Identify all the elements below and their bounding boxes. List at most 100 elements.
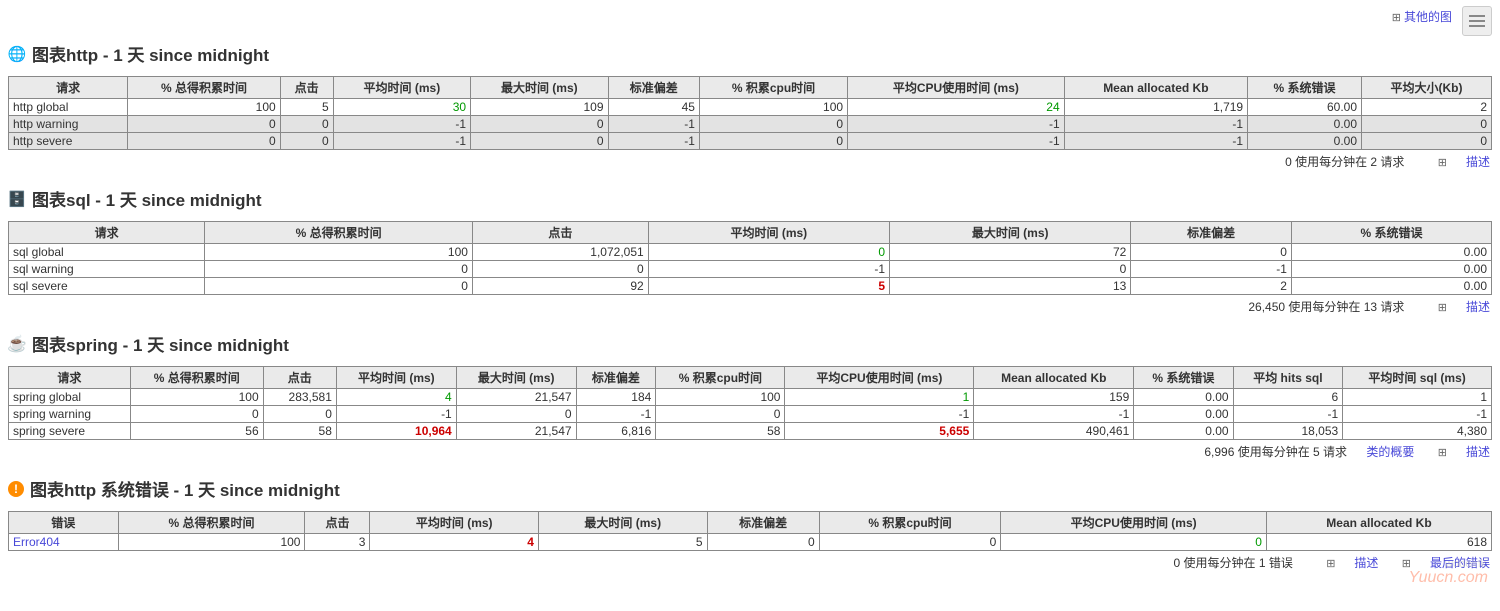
column-header: 点击 — [263, 367, 336, 389]
expand-icon: ⊞ — [1326, 558, 1335, 570]
column-header: 平均时间 (ms) — [336, 367, 456, 389]
cell: 1,719 — [1064, 99, 1247, 116]
cell: -1 — [848, 133, 1065, 150]
cell: -1 — [848, 116, 1065, 133]
describe-link[interactable]: 描述 — [1466, 155, 1490, 169]
cell: 4 — [336, 389, 456, 406]
cell: 100 — [118, 534, 305, 551]
other-chart-link[interactable]: 其他的图 — [1404, 10, 1452, 24]
class-summary-link[interactable]: 类的概要 — [1366, 445, 1414, 459]
expand-icon: ⊞ — [1392, 12, 1401, 24]
cell: 283,581 — [263, 389, 336, 406]
expand-icon: ⊞ — [1438, 302, 1447, 314]
table-row: sql severe09251320.00 — [9, 278, 1492, 295]
column-header: 请求 — [9, 222, 205, 244]
cell: 6 — [1233, 389, 1343, 406]
cell: 0.00 — [1248, 133, 1362, 150]
cell: sql global — [9, 244, 205, 261]
cell: 0 — [205, 278, 473, 295]
cell: -1 — [1064, 116, 1247, 133]
cell: 58 — [263, 423, 336, 440]
cell: 0 — [471, 116, 608, 133]
cell: -1 — [1343, 406, 1492, 423]
cell: -1 — [333, 116, 470, 133]
column-header: % 系统错误 — [1291, 222, 1491, 244]
column-header: Mean allocated Kb — [1266, 512, 1491, 534]
cell: 0.00 — [1134, 423, 1233, 440]
cell: 92 — [472, 278, 648, 295]
cell: -1 — [576, 406, 656, 423]
cell: 0 — [205, 261, 473, 278]
column-header: 点击 — [305, 512, 370, 534]
cell: 13 — [890, 278, 1131, 295]
column-header: 平均时间 (ms) — [648, 222, 889, 244]
column-header: % 积累cpu时间 — [656, 367, 785, 389]
cell: http global — [9, 99, 128, 116]
table-row: http warning00-10-10-1-10.000 — [9, 116, 1492, 133]
cell: 100 — [699, 99, 847, 116]
cell: 0.00 — [1291, 278, 1491, 295]
cell: 10,964 — [336, 423, 456, 440]
table-row: http severe00-10-10-1-10.000 — [9, 133, 1492, 150]
column-header: 平均CPU使用时间 (ms) — [785, 367, 974, 389]
footer-sql: 26,450 使用每分钟在 13 请求 ⊞描述 — [8, 298, 1492, 315]
column-header: % 总得积累时间 — [128, 77, 280, 99]
hamburger-menu-icon[interactable] — [1462, 6, 1492, 36]
cell: 0 — [819, 534, 1001, 551]
cell: 2 — [1131, 278, 1292, 295]
cell: 0 — [656, 406, 785, 423]
coffee-bean-icon: ☕ — [8, 335, 26, 353]
cell: 1 — [785, 389, 974, 406]
cell: 618 — [1266, 534, 1491, 551]
section-title-sql: 🗄️ 图表sql - 1 天 since midnight — [8, 186, 1492, 211]
column-header: % 积累cpu时间 — [819, 512, 1001, 534]
cell: 0 — [1362, 116, 1492, 133]
cell: -1 — [648, 261, 889, 278]
cell: -1 — [333, 133, 470, 150]
cell: 490,461 — [974, 423, 1134, 440]
table-http: 请求% 总得积累时间点击平均时间 (ms)最大时间 (ms)标准偏差% 积累cp… — [8, 76, 1492, 150]
cell: -1 — [336, 406, 456, 423]
column-header: 最大时间 (ms) — [538, 512, 707, 534]
cell: 60.00 — [1248, 99, 1362, 116]
column-header: 平均CPU使用时间 (ms) — [848, 77, 1065, 99]
cell: 24 — [848, 99, 1065, 116]
column-header: 最大时间 (ms) — [890, 222, 1131, 244]
column-header: 标准偏差 — [576, 367, 656, 389]
section-title-spring: ☕ 图表spring - 1 天 since midnight — [8, 331, 1492, 356]
table-errors: 错误% 总得积累时间点击平均时间 (ms)最大时间 (ms)标准偏差% 积累cp… — [8, 511, 1492, 551]
cell: 58 — [656, 423, 785, 440]
cell: 0 — [263, 406, 336, 423]
expand-icon: ⊞ — [1438, 447, 1447, 459]
column-header: % 积累cpu时间 — [699, 77, 847, 99]
globe-icon: 🌐 — [8, 45, 26, 63]
cell: 6,816 — [576, 423, 656, 440]
cell: 100 — [656, 389, 785, 406]
cell: 0 — [707, 534, 819, 551]
footer-http: 0 使用每分钟在 2 请求 ⊞描述 — [8, 153, 1492, 170]
describe-link[interactable]: 描述 — [1466, 445, 1490, 459]
column-header: 最大时间 (ms) — [456, 367, 576, 389]
cell: 4 — [370, 534, 539, 551]
describe-link[interactable]: 描述 — [1466, 300, 1490, 314]
cell[interactable]: Error404 — [9, 534, 119, 551]
watermark: Yuucn.com — [1409, 569, 1488, 587]
footer-errors: 0 使用每分钟在 1 错误 ⊞描述 ⊞最后的错误 — [8, 554, 1492, 571]
column-header: 平均时间 (ms) — [333, 77, 470, 99]
cell: 0 — [1131, 244, 1292, 261]
column-header: 平均大小(Kb) — [1362, 77, 1492, 99]
cell: http severe — [9, 133, 128, 150]
cell: 1 — [1343, 389, 1492, 406]
cell: spring warning — [9, 406, 131, 423]
column-header: Mean allocated Kb — [974, 367, 1134, 389]
table-row: Error404100345000618 — [9, 534, 1492, 551]
last-errors-link[interactable]: 最后的错误 — [1430, 556, 1490, 570]
cell: sql severe — [9, 278, 205, 295]
cell: 0.00 — [1291, 261, 1491, 278]
cell: 5 — [538, 534, 707, 551]
describe-link[interactable]: 描述 — [1354, 556, 1378, 570]
column-header: % 总得积累时间 — [205, 222, 473, 244]
cell: -1 — [785, 406, 974, 423]
cell: 45 — [608, 99, 699, 116]
column-header: 请求 — [9, 77, 128, 99]
